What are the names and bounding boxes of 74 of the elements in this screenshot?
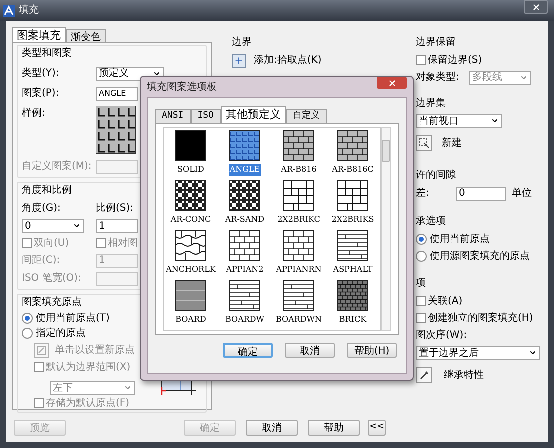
palette-title: 填充图案选项板 <box>147 80 217 94</box>
field-label: 角度(G): <box>22 202 62 216</box>
palette-button[interactable]: 取消 <box>285 343 335 358</box>
checkbox-label: 相对图 <box>108 236 138 250</box>
pattern-item[interactable]: BOARDW <box>218 280 272 330</box>
pattern-item[interactable]: APPIAN2 <box>218 230 272 280</box>
pattern-item[interactable]: AR-B816 <box>272 130 326 180</box>
checkbox-label: 保留边界(S) <box>428 54 482 68</box>
window-title: 填充 <box>19 4 39 18</box>
tab[interactable]: 图案填充 <box>12 27 66 42</box>
field-label: 图案(P): <box>22 86 60 101</box>
group-title: 边界集 <box>416 98 446 109</box>
tab[interactable]: 渐变色 <box>66 29 106 42</box>
pattern-item[interactable]: BOARD <box>164 280 218 330</box>
checkbox-label: 关联(A) <box>428 294 463 308</box>
group-title: 项 <box>416 278 426 289</box>
field-label: 自定义图案(M): <box>22 160 93 174</box>
group-title: 承选项 <box>416 216 446 227</box>
pattern-item[interactable]: BRICK <box>326 280 380 330</box>
field-label: 图次序(W): <box>416 328 468 343</box>
group-title: 边界 <box>232 36 253 50</box>
scale-field[interactable]: 1 <box>96 219 138 233</box>
pattern-item[interactable]: 2X2BRIKS <box>326 180 380 230</box>
radio-label: 使用源图案填充的原点 <box>430 250 530 264</box>
angle-dropdown[interactable]: 0 <box>22 219 84 233</box>
dialog-button[interactable]: 帮助 <box>308 420 360 436</box>
checkbox-label: 双向(U) <box>34 236 70 250</box>
field-label: 新建 <box>442 136 462 150</box>
field-label: 对象类型: <box>416 70 460 85</box>
field-label: 添加:拾取点(K) <box>254 54 322 68</box>
field-label: 间距(C): <box>22 254 62 268</box>
field-label: ISO 笔宽(O): <box>22 272 82 286</box>
field-label: 比例(S): <box>96 202 134 216</box>
radio-label: 使用当前原点(T) <box>36 312 110 326</box>
pattern-item[interactable]: 2X2BRIKC <box>272 180 326 230</box>
tab[interactable]: 其他预定义 <box>220 106 286 123</box>
checkbox-label: 创建独立的图案填充(H) <box>428 312 534 326</box>
group-title: 图案填充原点 <box>22 296 83 310</box>
type-dropdown[interactable]: 预定义 <box>96 66 164 80</box>
field-label: 单位 <box>512 186 532 201</box>
pattern-item[interactable]: APPIANRN <box>272 230 326 280</box>
checkbox-label: 默认为边界范围(X) <box>46 360 131 374</box>
field-label: 类型(Y): <box>22 66 60 81</box>
field-label: 样例: <box>22 106 46 121</box>
tab[interactable]: ISO <box>190 109 221 123</box>
field-label: 继承特性 <box>444 368 484 382</box>
group-title: 类型和图案 <box>22 46 73 61</box>
pattern-item[interactable]: BOARDWN <box>272 280 326 330</box>
pattern-item[interactable]: AR-B816C <box>326 130 380 180</box>
radio-label: 指定的原点 <box>36 326 86 340</box>
tab[interactable]: ANSI <box>155 109 191 123</box>
pattern-item[interactable]: ASPHALT <box>326 230 380 280</box>
pattern-item[interactable]: AR-CONC <box>164 180 218 230</box>
group-title: 边界保留 <box>416 36 457 50</box>
dialog-button[interactable]: << <box>368 420 386 436</box>
boundary-set-dropdown[interactable]: 当前视口 <box>416 114 502 128</box>
group-title: 许的间隙 <box>416 170 456 181</box>
palette-button[interactable]: 确定 <box>223 343 273 358</box>
palette-button[interactable]: 帮助(H) <box>347 343 397 358</box>
dialog-button[interactable]: 取消 <box>246 420 298 436</box>
group-title: 角度和比例 <box>22 184 73 198</box>
radio-label: 使用当前原点 <box>430 232 490 246</box>
pattern-item[interactable]: AR-SAND <box>218 180 272 230</box>
object-type-dropdown[interactable]: 多段线 <box>469 70 532 84</box>
pattern-item[interactable]: ANGLE <box>218 130 272 180</box>
pattern-item[interactable]: SOLID <box>164 130 218 180</box>
draw-order-dropdown[interactable]: 置于边界之后 <box>416 346 540 360</box>
pattern-item[interactable]: ANCHORLK <box>164 230 218 280</box>
checkbox-label: 存储为默认原点(F) <box>46 396 130 410</box>
field-label: 单击以设置新原点 <box>55 344 135 358</box>
field-label: 差: <box>416 187 430 201</box>
pattern-field[interactable]: ANGLE <box>96 86 138 100</box>
tab[interactable]: 自定义 <box>286 109 327 123</box>
tolerance-field[interactable]: 0 <box>456 186 506 200</box>
